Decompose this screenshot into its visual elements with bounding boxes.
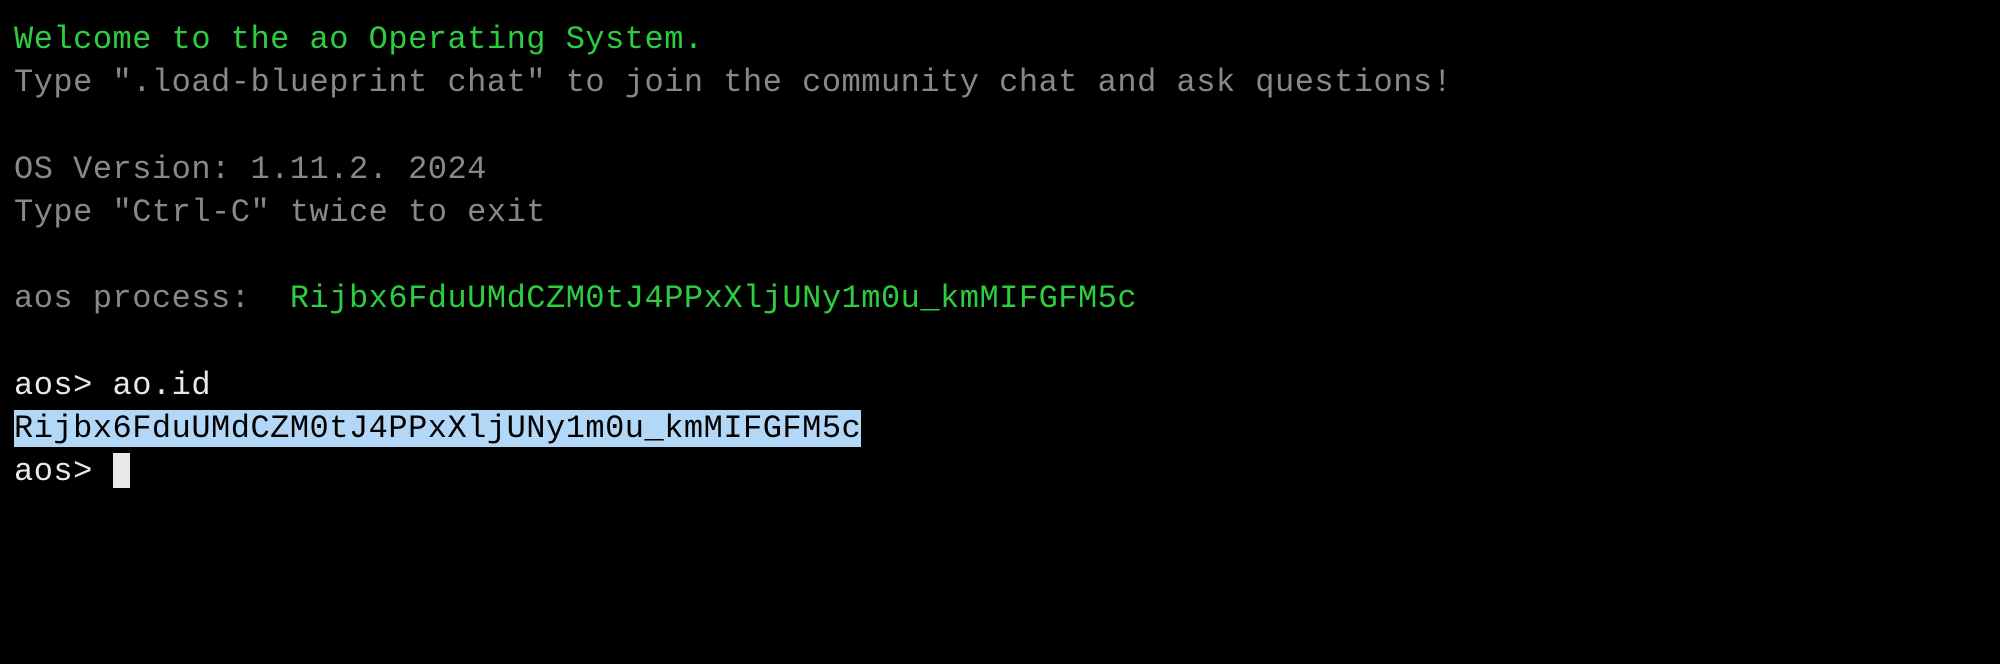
terminal-window[interactable]: Welcome to the ao Operating System. Type…	[14, 18, 1986, 493]
output-line-1: Rijbx6FduUMdCZM0tJ4PPxXljUNy1m0u_kmMIFGF…	[14, 407, 1986, 450]
process-label: aos process:	[14, 280, 290, 317]
blueprint-instruction: Type ".load-blueprint chat" to join the …	[14, 61, 1986, 104]
command-1: ao.id	[113, 367, 212, 404]
output-id-highlighted: Rijbx6FduUMdCZM0tJ4PPxXljUNy1m0u_kmMIFGF…	[14, 410, 861, 447]
command-line-1: aos> ao.id	[14, 364, 1986, 407]
blank-line-2	[14, 234, 1986, 277]
blank-line-3	[14, 320, 1986, 363]
command-line-2[interactable]: aos>	[14, 450, 1986, 493]
process-line: aos process: Rijbx6FduUMdCZM0tJ4PPxXljUN…	[14, 277, 1986, 320]
blank-line-1	[14, 104, 1986, 147]
process-id: Rijbx6FduUMdCZM0tJ4PPxXljUNy1m0u_kmMIFGF…	[290, 280, 1137, 317]
welcome-message: Welcome to the ao Operating System.	[14, 18, 1986, 61]
cursor	[113, 453, 131, 488]
prompt-1: aos>	[14, 367, 113, 404]
os-version: OS Version: 1.11.2. 2024	[14, 148, 1986, 191]
exit-instruction: Type "Ctrl-C" twice to exit	[14, 191, 1986, 234]
prompt-2: aos>	[14, 453, 113, 490]
